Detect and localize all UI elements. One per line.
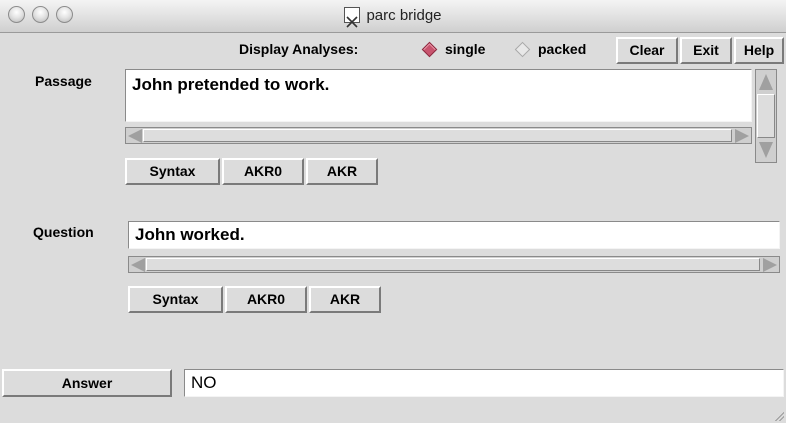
scroll-left-icon[interactable] [128,129,142,143]
app-window: parc bridge Display Analyses: single pac… [0,0,786,423]
packed-radio-label[interactable]: packed [538,41,586,57]
scroll-up-icon[interactable] [759,74,773,90]
question-akr-button[interactable]: AKR [309,286,381,313]
answer-field: NO [184,369,784,397]
passage-input[interactable]: John pretended to work. [125,69,752,122]
clear-button[interactable]: Clear [616,37,678,64]
passage-akr0-button[interactable]: AKR0 [222,158,304,185]
exit-button[interactable]: Exit [680,37,732,64]
question-akr0-button[interactable]: AKR0 [225,286,307,313]
passage-syntax-button[interactable]: Syntax [125,158,220,185]
resize-grip-icon[interactable] [774,411,784,421]
packed-radio[interactable] [514,41,531,58]
question-hscrollbar[interactable] [128,256,780,273]
passage-hscrollbar[interactable] [125,127,752,144]
answer-button[interactable]: Answer [2,369,172,397]
scroll-right-icon[interactable] [763,258,777,272]
scroll-left-icon[interactable] [131,258,145,272]
question-input[interactable]: John worked. [128,221,780,249]
question-label: Question [33,224,94,240]
passage-akr-button[interactable]: AKR [306,158,378,185]
passage-label: Passage [35,73,92,89]
passage-vscrollbar[interactable] [755,69,777,163]
scroll-thumb[interactable] [146,258,760,271]
window-title: parc bridge [0,0,786,33]
title-bar: parc bridge [0,0,786,33]
display-analyses-label: Display Analyses: [239,41,359,57]
single-radio-label[interactable]: single [445,41,485,57]
scroll-thumb[interactable] [757,94,775,138]
single-radio[interactable] [421,41,438,58]
scroll-right-icon[interactable] [735,129,749,143]
window-title-text: parc bridge [366,6,442,24]
scroll-thumb[interactable] [143,129,732,142]
help-button[interactable]: Help [734,37,784,64]
question-syntax-button[interactable]: Syntax [128,286,223,313]
scroll-down-icon[interactable] [759,142,773,158]
x11-icon [344,7,361,28]
